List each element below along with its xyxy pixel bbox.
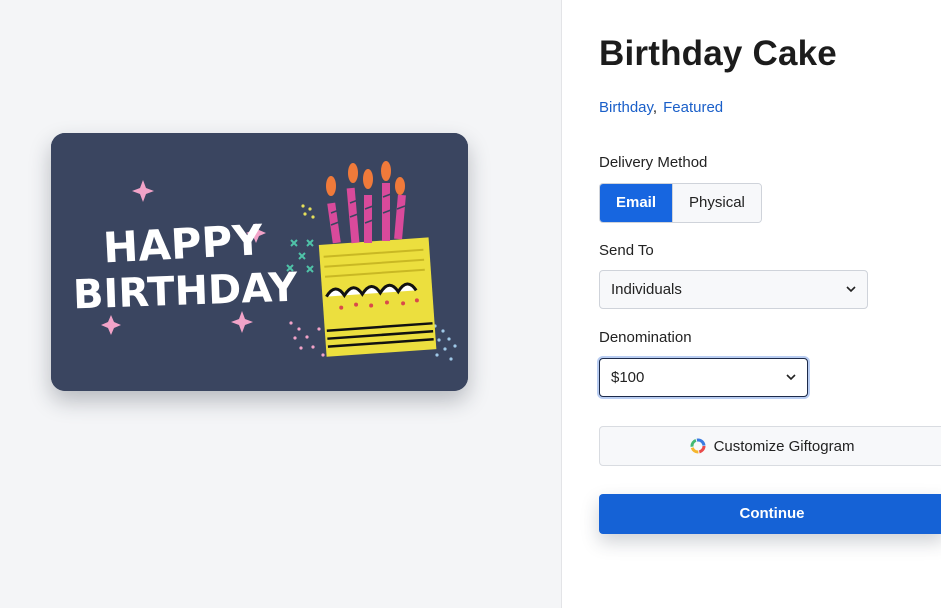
card-art-birthday: BIRTHDAY [72,265,299,319]
customize-label: Customize Giftogram [713,437,855,455]
customize-giftogram-button[interactable]: Customize Giftogram [599,426,941,466]
continue-button[interactable]: Continue [599,494,941,534]
delivery-method-label: Delivery Method [599,154,708,171]
gift-card-image: HAPPY BIRTHDAY [51,133,468,391]
preview-pane: HAPPY BIRTHDAY [0,0,562,608]
send-to-label: Send To [599,242,654,259]
page-title: Birthday Cake [599,34,837,73]
tag-separator: , [652,99,658,116]
color-ring-icon [690,438,706,454]
delivery-email-option[interactable]: Email [600,184,673,222]
chevron-down-icon [846,286,856,293]
card-art-happy: HAPPY [102,215,265,272]
denomination-select[interactable]: $100 [599,358,808,397]
tag-list: Birthday, Featured [599,99,723,116]
denomination-value: $100 [611,369,645,386]
details-pane: Birthday Cake Birthday, Featured Delivery… [563,0,941,608]
send-to-value: Individuals [611,281,682,298]
chevron-down-icon [786,374,796,381]
denomination-label: Denomination [599,329,692,346]
delivery-physical-option[interactable]: Physical [672,184,761,222]
tag-featured[interactable]: Featured [663,99,723,116]
delivery-method-toggle: Email Physical [599,183,762,223]
birthday-card-art: HAPPY BIRTHDAY [51,133,468,391]
send-to-select[interactable]: Individuals [599,270,868,309]
tag-birthday[interactable]: Birthday [599,99,653,116]
